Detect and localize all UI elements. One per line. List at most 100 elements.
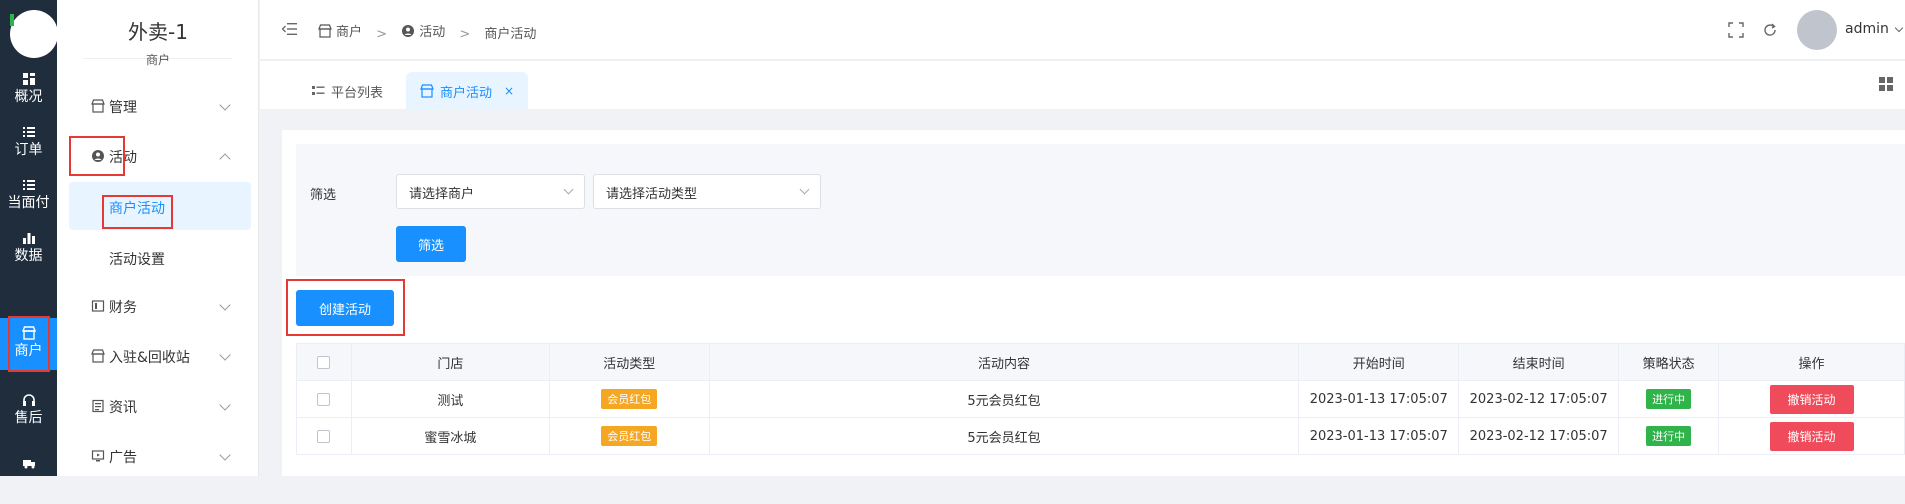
content-cell: 5元会员红包 (708, 380, 1300, 418)
revoke-activity-button[interactable]: 撤销活动 (1769, 421, 1854, 451)
rail-item-after-sales[interactable]: 售后 (0, 385, 57, 441)
refresh-icon[interactable] (1762, 22, 1778, 38)
fullscreen-icon[interactable] (1728, 22, 1744, 38)
chevron-down-icon (219, 449, 231, 461)
breadcrumb-item-merchant[interactable]: 商户 (318, 21, 362, 40)
highlight-box-merchant (8, 316, 50, 372)
revoke-activity-button[interactable]: 撤销活动 (1769, 384, 1854, 414)
logo-mark (10, 14, 14, 26)
submenu-item-activity-settings[interactable]: 活动设置 (69, 233, 251, 281)
tab-platform-list[interactable]: 平台列表 (298, 72, 397, 110)
collapse-menu-icon[interactable] (282, 22, 298, 36)
activity-type-select[interactable]: 请选择活动类型 (593, 174, 821, 209)
menu-item-onboarding-recycle[interactable]: 入驻&回收站 (57, 336, 259, 376)
menu-item-management[interactable]: 管理 (57, 86, 259, 126)
breadcrumb-label: 商户活动 (484, 26, 537, 42)
menu-item-finance[interactable]: 财务 (57, 286, 259, 326)
action-cell: 撤销活动 (1718, 417, 1905, 455)
breadcrumb-item-activity[interactable]: 活动 (401, 21, 445, 40)
row-select-cell[interactable] (296, 417, 352, 455)
row-select-cell[interactable] (296, 380, 352, 418)
rail-item-face-pay[interactable]: 当面付 (0, 170, 57, 226)
column-header: 活动类型 (548, 343, 710, 381)
merchant-select-value: 请选择商户 (409, 187, 475, 202)
dashboard-icon (22, 73, 35, 85)
status-badge: 进行中 (1646, 389, 1692, 409)
chevron-up-icon (219, 153, 231, 165)
column-header: 活动内容 (708, 343, 1300, 381)
menu-label: 资讯 (109, 400, 137, 416)
username[interactable]: admin (1845, 21, 1889, 37)
end-time-cell: 2023-02-12 17:05:07 (1458, 417, 1620, 455)
activity-type-select-value: 请选择活动类型 (606, 187, 698, 202)
chevron-down-icon (219, 349, 231, 361)
rail-item-more[interactable] (0, 448, 57, 504)
monitor-icon (91, 450, 105, 462)
row-checkbox[interactable] (317, 429, 331, 443)
store-cell: 测试 (350, 380, 550, 418)
rail-item-data[interactable]: 数据 (0, 223, 57, 279)
activity-type-tag: 会员红包 (601, 426, 658, 446)
highlight-box-merchant-activity (102, 195, 173, 229)
store-icon (420, 84, 434, 98)
rail-item-overview[interactable]: 概况 (0, 64, 57, 120)
breadcrumb-separator: > (459, 26, 471, 42)
app-subtitle: 商户 (145, 53, 170, 67)
filter-panel: 筛选 请选择商户 请选择活动类型 筛选 (296, 144, 1905, 276)
chevron-down-icon (219, 299, 231, 311)
logo (10, 10, 58, 58)
status-badge: 进行中 (1646, 426, 1692, 446)
menu-label: 财务 (109, 300, 137, 316)
filter-button[interactable]: 筛选 (396, 226, 466, 262)
column-header: 结束时间 (1458, 343, 1620, 381)
list-icon (312, 86, 325, 95)
chevron-down-icon (563, 184, 574, 195)
select-all-checkbox[interactable] (317, 355, 331, 369)
rail-label: 概况 (14, 89, 43, 105)
list-icon (22, 180, 35, 190)
start-time-cell: 2023-01-13 17:05:07 (1298, 417, 1460, 455)
main-nav-rail: 概况 订单 当面付 数据 商户 售后 (0, 0, 58, 476)
breadcrumb-separator: > (376, 26, 388, 42)
filter-label: 筛选 (310, 188, 337, 203)
user-circle-icon (402, 24, 415, 37)
headset-icon (22, 394, 35, 406)
breadcrumb: 商户 > 活动 > 商户活动 (318, 21, 536, 42)
type-cell: 会员红包 (548, 380, 710, 418)
tab-label: 平台列表 (331, 85, 384, 101)
select-all-cell[interactable] (296, 343, 352, 381)
content-cell: 5元会员红包 (708, 417, 1300, 455)
menu-label: 管理 (109, 100, 137, 116)
close-icon[interactable]: × (504, 84, 514, 98)
avatar[interactable] (1797, 10, 1837, 50)
end-time-cell: 2023-02-12 17:05:07 (1458, 380, 1620, 418)
chevron-down-icon (219, 399, 231, 411)
menu-item-news[interactable]: 资讯 (57, 386, 259, 426)
column-header: 操作 (1718, 343, 1905, 381)
action-cell: 撤销活动 (1718, 380, 1905, 418)
rail-item-orders[interactable]: 订单 (0, 117, 57, 173)
chevron-down-icon (219, 99, 231, 111)
app-title: 外卖-1 (128, 20, 188, 44)
main-content: 筛选 请选择商户 请选择活动类型 筛选 创建活动 门店 活动类型 活动内容 开始… (282, 130, 1905, 476)
wallet-icon (91, 300, 105, 312)
chevron-down-icon (799, 184, 810, 195)
document-icon (92, 399, 104, 413)
rail-label: 售后 (14, 410, 43, 426)
chevron-down-icon[interactable] (1894, 23, 1904, 33)
breadcrumb-item-current: 商户活动 (484, 23, 536, 42)
bar-chart-icon (22, 233, 35, 244)
rail-label: 数据 (14, 248, 43, 264)
column-header: 开始时间 (1298, 343, 1460, 381)
menu-item-ads[interactable]: 广告 (57, 436, 259, 476)
tab-merchant-activity[interactable]: 商户活动 × (406, 72, 529, 110)
column-header: 策略状态 (1618, 343, 1720, 381)
row-checkbox[interactable] (317, 392, 331, 406)
merchant-select[interactable]: 请选择商户 (396, 174, 585, 209)
grid-icon[interactable] (1879, 77, 1893, 91)
table-header-row: 门店 活动类型 活动内容 开始时间 结束时间 策略状态 操作 (296, 343, 1905, 381)
status-cell: 进行中 (1618, 417, 1720, 455)
menu-label: 广告 (109, 450, 137, 466)
list-icon (22, 127, 35, 137)
table-row: 蜜雪冰城 会员红包 5元会员红包 2023-01-13 17:05:07 202… (296, 417, 1905, 455)
